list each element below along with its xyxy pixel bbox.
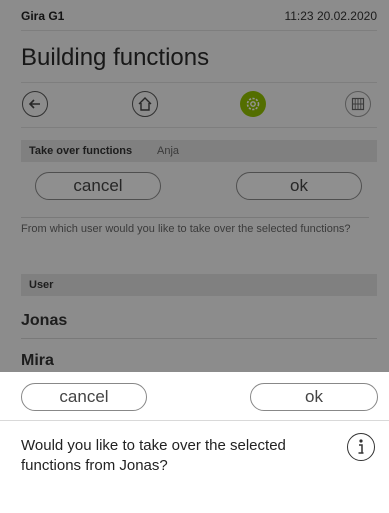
dialog-button-row: cancel ok (0, 372, 389, 421)
modal-overlay (0, 0, 389, 372)
ok-button[interactable]: ok (250, 383, 378, 411)
dialog-message: Would you like to take over the selected… (21, 437, 286, 474)
cancel-button[interactable]: cancel (21, 383, 147, 411)
confirm-dialog: cancel ok Would you like to take over th… (0, 372, 389, 513)
info-icon (358, 439, 364, 454)
screen: Gira G1 11:23 20.02.2020 Building functi… (0, 0, 389, 513)
info-button[interactable] (347, 433, 375, 461)
